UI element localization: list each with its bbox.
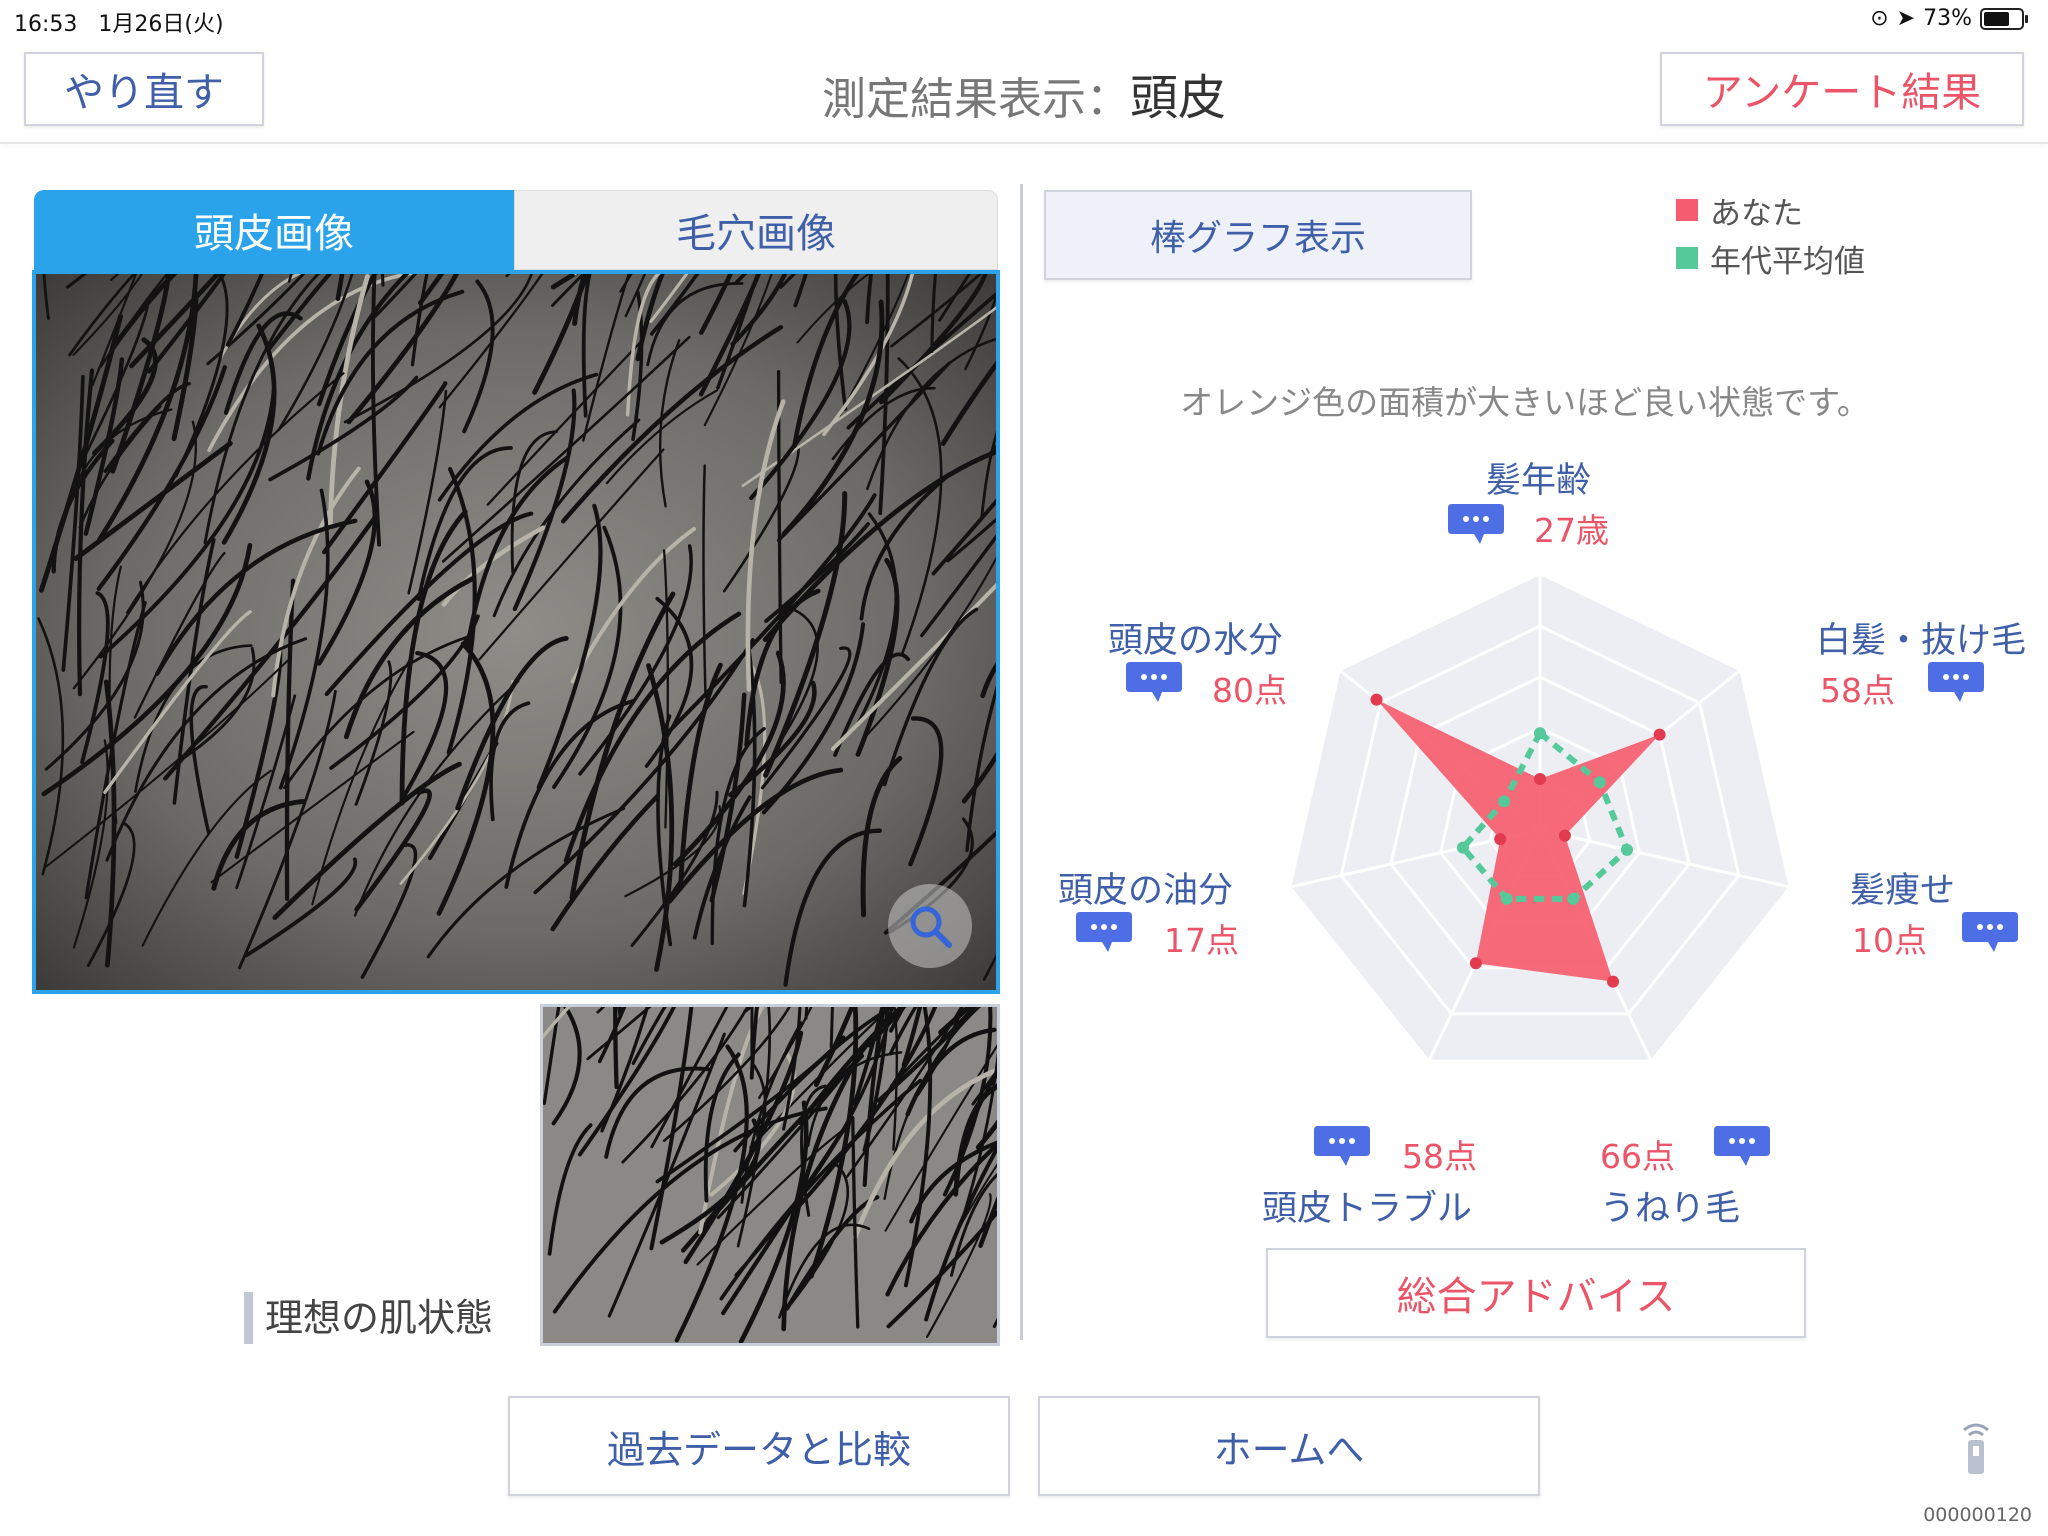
radar-point-average: [1498, 795, 1511, 808]
panel-divider: [1020, 184, 1023, 1340]
axis-value: 27歳: [1534, 511, 1609, 550]
bar-graph-button-label: 棒グラフ表示: [1149, 218, 1366, 259]
ideal-skin-image: [543, 1007, 997, 1343]
axis-label: 髪痩せ: [1850, 871, 1956, 911]
home-button[interactable]: ホームへ: [1038, 1396, 1540, 1496]
tab-scalp-image[interactable]: 頭皮画像: [34, 190, 514, 270]
battery-icon: [1980, 7, 2028, 30]
legend-label-average: 年代平均値: [1710, 243, 1865, 280]
comment-bubble-icon[interactable]: [1074, 910, 1134, 954]
magnifier-icon: [910, 906, 952, 948]
radar-point-average: [1534, 727, 1546, 740]
radar-point-you: [1653, 728, 1666, 741]
legend-swatch-you: [1676, 199, 1698, 221]
location-icon: ➤: [1896, 6, 1916, 31]
comment-bubble-icon[interactable]: [1960, 910, 2020, 954]
comment-bubble-icon[interactable]: [1446, 502, 1506, 546]
radar-point-you: [1370, 693, 1383, 706]
axis-label: 頭皮の油分: [1058, 871, 1234, 911]
legend-swatch-average: [1676, 247, 1698, 269]
axis-label: 頭皮の水分: [1108, 621, 1284, 661]
status-indicators: ⊙ ➤ 73%: [1870, 6, 2028, 31]
legend: あなた 年代平均値: [1676, 186, 1865, 282]
radar-point-you: [1607, 975, 1620, 988]
bar-graph-button[interactable]: 棒グラフ表示: [1044, 190, 1472, 280]
zoom-button[interactable]: [888, 884, 972, 968]
axis-label: 白髪・抜け毛: [1816, 621, 2027, 661]
axis-value: 58点: [1820, 671, 1895, 710]
compare-past-data-label: 過去データと比較: [606, 1427, 911, 1472]
axis-label: 頭皮トラブル: [1262, 1189, 1473, 1229]
radar-point-average: [1567, 892, 1580, 905]
legend-item-average: 年代平均値: [1676, 234, 1865, 282]
axis-value: 17点: [1164, 921, 1239, 960]
survey-result-label: アンケート結果: [1702, 70, 1982, 116]
radar-point-you: [1534, 773, 1546, 785]
legend-label-you: あなた: [1710, 195, 1803, 232]
tab-pore-image-label: 毛穴画像: [676, 211, 836, 257]
scalp-photo[interactable]: [32, 270, 1000, 994]
tab-scalp-image-label: 頭皮画像: [194, 211, 354, 257]
tab-pore-image[interactable]: 毛穴画像: [514, 190, 998, 270]
rotation-lock-icon: ⊙: [1870, 6, 1889, 31]
comment-bubble-icon[interactable]: [1312, 1124, 1372, 1168]
device-id: 000000120: [1923, 1504, 2032, 1526]
ideal-skin-photo: [540, 1004, 1000, 1346]
axis-value: 58点: [1402, 1137, 1477, 1176]
home-button-label: ホームへ: [1213, 1427, 1365, 1472]
status-time-date: 16:53 1月26日(火): [14, 6, 224, 38]
compare-past-data-button[interactable]: 過去データと比較: [508, 1396, 1010, 1496]
comment-bubble-icon[interactable]: [1712, 1124, 1772, 1168]
radar-point-average: [1593, 776, 1606, 789]
overall-advice-label: 総合アドバイス: [1396, 1274, 1676, 1320]
device-connection-icon: [1963, 1423, 1989, 1474]
radar-point-you: [1494, 833, 1507, 846]
radar-chart: [1291, 575, 1789, 1061]
comment-bubble-icon[interactable]: [1124, 660, 1184, 704]
comment-bubble-icon[interactable]: [1926, 660, 1986, 704]
scalp-photo-image: [36, 274, 996, 990]
axis-value: 10点: [1852, 921, 1927, 960]
axis-value: 80点: [1212, 671, 1287, 710]
header-divider: [0, 142, 2048, 144]
radar-point-you: [1469, 957, 1482, 970]
battery-percent: 73%: [1923, 6, 1972, 31]
axis-value: 66点: [1600, 1137, 1675, 1176]
radar-point-average: [1500, 892, 1513, 905]
overall-advice-button[interactable]: 総合アドバイス: [1266, 1248, 1806, 1338]
axis-label: うねり毛: [1600, 1189, 1741, 1229]
title-main: 頭皮: [1129, 70, 1226, 126]
radar-point-average: [1456, 841, 1469, 854]
chart-note: オレンジ色の面積が大きいほど良い状態です。: [1180, 383, 1870, 422]
axis-label: 髪年齢: [1486, 461, 1592, 501]
status-time: 16:53: [14, 12, 78, 37]
radar-point-you: [1558, 829, 1571, 842]
title-prefix: 測定結果表示：: [821, 74, 1130, 125]
survey-result-button[interactable]: アンケート結果: [1660, 52, 2024, 126]
legend-item-you: あなた: [1676, 186, 1865, 234]
radar-point-average: [1621, 843, 1634, 856]
status-date: 1月26日(火): [98, 12, 224, 37]
ideal-skin-label: 理想の肌状態: [244, 1292, 493, 1344]
